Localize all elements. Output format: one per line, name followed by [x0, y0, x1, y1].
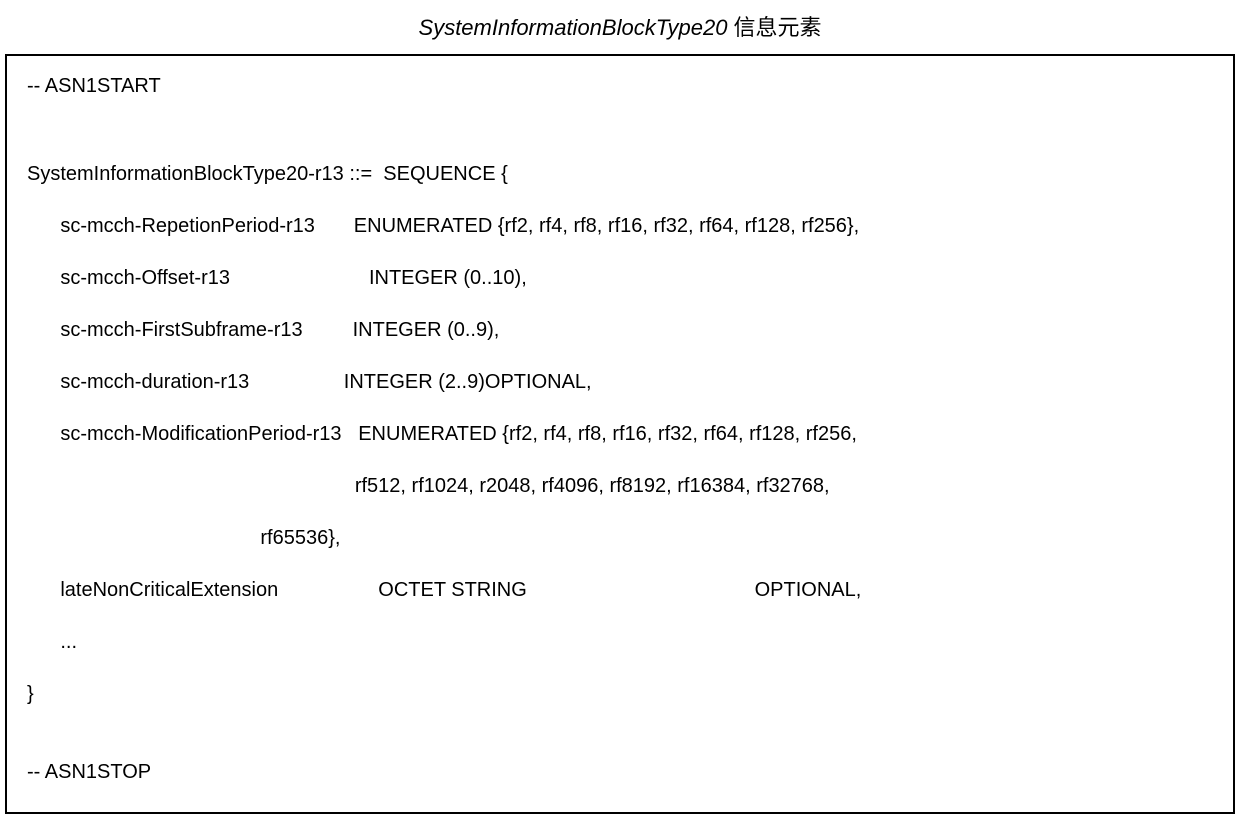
- asn1-start-marker: -- ASN1START: [27, 72, 1213, 100]
- sequence-keyword: SEQUENCE {: [383, 163, 507, 185]
- field-offset: sc-mcch-Offset-r13 INTEGER (0..10),: [27, 264, 1213, 292]
- ellipsis: ...: [60, 631, 77, 653]
- field-type: INTEGER (0..9),: [353, 319, 500, 341]
- ellipsis-line: ...: [27, 628, 1213, 656]
- field-type: INTEGER (2..9)OPTIONAL,: [344, 371, 592, 393]
- document-title: SystemInformationBlockType20信息元素: [5, 10, 1235, 42]
- field-type: INTEGER (0..10),: [369, 267, 527, 289]
- type-name: SystemInformationBlockType20-r13 ::=: [27, 163, 372, 185]
- field-duration: sc-mcch-duration-r13 INTEGER (2..9)OPTIO…: [27, 368, 1213, 396]
- type-definition-line: SystemInformationBlockType20-r13 ::= SEQ…: [27, 160, 1213, 188]
- field-name: sc-mcch-RepetionPeriod-r13: [60, 215, 315, 237]
- field-name: sc-mcch-ModificationPeriod-r13: [60, 423, 341, 445]
- field-name: sc-mcch-duration-r13: [60, 371, 249, 393]
- field-optional: OPTIONAL,: [755, 579, 862, 601]
- field-name: sc-mcch-Offset-r13: [60, 267, 230, 289]
- close-brace-line: }: [27, 680, 1213, 708]
- field-type-continuation: rf65536},: [260, 527, 340, 549]
- field-first-subframe: sc-mcch-FirstSubframe-r13 INTEGER (0..9)…: [27, 316, 1213, 344]
- field-type: ENUMERATED {rf2, rf4, rf8, rf16, rf32, r…: [354, 215, 859, 237]
- field-modification-period-l2: rf512, rf1024, r2048, rf4096, rf8192, rf…: [27, 472, 1213, 500]
- field-name: lateNonCriticalExtension: [60, 579, 278, 601]
- asn1-code-block: -- ASN1START SystemInformationBlockType2…: [5, 54, 1235, 814]
- field-type-continuation: rf512, rf1024, r2048, rf4096, rf8192, rf…: [355, 475, 830, 497]
- field-type: ENUMERATED {rf2, rf4, rf8, rf16, rf32, r…: [358, 423, 857, 445]
- field-name: sc-mcch-FirstSubframe-r13: [60, 319, 302, 341]
- field-late-extension: lateNonCriticalExtension OCTET STRING OP…: [27, 576, 1213, 604]
- asn1-stop-marker: -- ASN1STOP: [27, 758, 1213, 786]
- title-chinese-part: 信息元素: [733, 15, 821, 40]
- field-repetition-period: sc-mcch-RepetionPeriod-r13 ENUMERATED {r…: [27, 212, 1213, 240]
- title-italic-part: SystemInformationBlockType20: [419, 15, 728, 40]
- field-modification-period-l3: rf65536},: [27, 524, 1213, 552]
- field-modification-period-l1: sc-mcch-ModificationPeriod-r13 ENUMERATE…: [27, 420, 1213, 448]
- field-type: OCTET STRING: [378, 579, 527, 601]
